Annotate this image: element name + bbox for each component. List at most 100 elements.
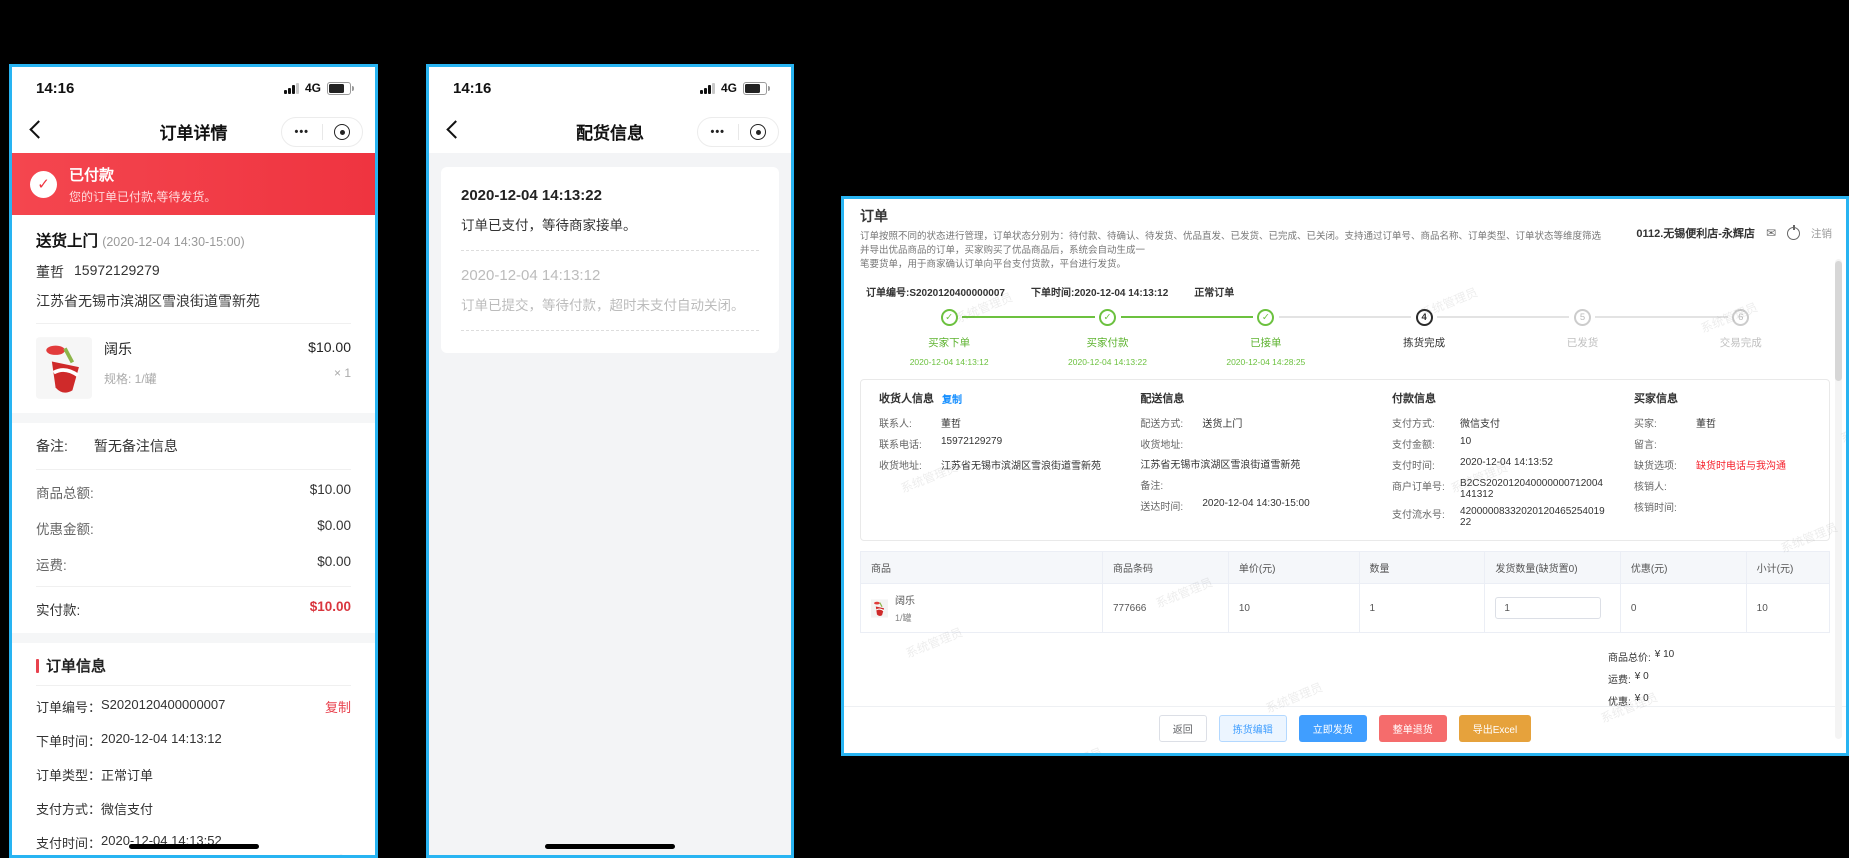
miniprogram-capsule: ••• [281, 117, 363, 147]
amount-row: 商品总额: $10.00 [36, 482, 351, 501]
more-icon: ••• [294, 126, 310, 138]
log-time: 2020-12-04 14:13:12 [461, 267, 601, 284]
ship-now-button[interactable]: 立即发货 [1298, 715, 1367, 742]
order-number: S2020120400000007 [101, 696, 226, 712]
log-entry: 2020-12-04 14:13:22 订单已支付，等待商家接单。 [461, 187, 759, 234]
status-bar: 14:16 4G [12, 67, 375, 109]
product-price: $10.00 [308, 339, 351, 355]
amount-row-paid: 实付款: $10.00 [36, 599, 351, 618]
item-name: 阔乐 [895, 596, 915, 607]
signal-icon [700, 82, 715, 94]
step-check-icon: ✓ [1098, 309, 1116, 326]
receiver-line: 董哲 15972129279 [36, 262, 351, 282]
item-quantity: 1 [1359, 584, 1486, 633]
clock: 14:16 [36, 79, 75, 97]
step-check-icon: ✓ [940, 309, 958, 326]
screen-canvas: 14:16 4G 订单详情 ••• ✓ 已付款 您的订单已付款,等待发货。 送货… [0, 0, 1849, 858]
status-title: 已付款 [69, 166, 115, 184]
network-label: 4G [720, 81, 737, 95]
exit-button[interactable] [323, 118, 363, 146]
item-discount: 0 [1620, 584, 1747, 633]
product-spec: 规格: 1/罐 [104, 372, 157, 386]
back-icon[interactable] [446, 120, 465, 139]
pick-edit-button[interactable]: 拣货编辑 [1218, 715, 1287, 742]
status-bar: 14:16 4G [429, 67, 791, 109]
admin-footer-actions: 返回 拣货编辑 立即发货 整单退货 导出Excel [844, 706, 1846, 753]
network-label: 4G [304, 81, 321, 95]
product-row[interactable]: 阔乐 规格: 1/罐 $10.00 × 1 [36, 324, 351, 413]
payment-info-col: 付款信息 支付方式: 微信支付 支付金额: 10 支付时间: 2020-12-04 1… [1392, 393, 1605, 528]
admin-description: 订单按照不同的状态进行管理，订单状态分别为：待付款、待确认、待发货、优品直发、已… [860, 231, 1602, 270]
copy-button[interactable]: 复制 [325, 697, 351, 716]
logout-link[interactable]: 注销 [1811, 226, 1832, 241]
receiver-phone: 15972129279 [74, 262, 160, 278]
order-info-row: 订单类型： 正常订单 [36, 767, 154, 783]
buyer-info-col: 买家信息 买家: 董哲 留言: 缺货选项: 缺货时电话与我沟通 核销人: 核销时间: [1634, 393, 1787, 514]
order-info-row: 支付方式： 微信支付 [36, 801, 154, 817]
item-spec: 1/罐 [895, 613, 912, 623]
delivery-log-card: 2020-12-04 14:13:22 订单已支付，等待商家接单。 2020-1… [441, 167, 779, 353]
order-info-title: 订单信息 [12, 643, 375, 685]
export-excel-button[interactable]: 导出Excel [1458, 715, 1532, 742]
exit-target-icon [750, 124, 767, 140]
order-time: 下单时间:2020-12-04 14:13:12 [1030, 288, 1169, 299]
clock: 14:16 [453, 79, 492, 97]
nav-bar: 订单详情 ••• [12, 109, 375, 153]
check-circle-icon: ✓ [30, 170, 57, 198]
ship-quantity-input[interactable] [1495, 597, 1601, 619]
power-icon[interactable] [1787, 226, 1800, 240]
note-value: 暂无备注信息 [93, 438, 178, 454]
account-area: 0112.无锡便利店-永辉店 ✉ 注销 [1636, 225, 1832, 241]
exit-target-icon [334, 124, 351, 140]
battery-icon [327, 81, 354, 95]
headset-icon [339, 854, 343, 855]
home-indicator [128, 844, 259, 849]
log-time: 2020-12-04 14:13:22 [461, 187, 602, 204]
delivery-log-phone: 14:16 4G 配货信息 ••• 2020-12-04 14:13:22 订单… [426, 64, 794, 858]
back-icon[interactable] [29, 120, 48, 139]
order-number: 订单编号:S2020120400000007 [866, 288, 1005, 299]
amount-row: 优惠金额: $0.00 [36, 518, 351, 537]
table-row: 阔乐 1/罐 777666 10 1 0 10 [861, 584, 1829, 633]
order-meta: 订单编号:S2020120400000007 下单时间:2020-12-04 1… [844, 276, 1846, 299]
miniprogram-capsule: ••• [697, 117, 779, 147]
status-subtitle: 您的订单已付款,等待发货。 [69, 189, 217, 204]
product-quantity: × 1 [333, 366, 351, 380]
order-info-card: 收货人信息 复制 联系人: 董哲 联系电话: 15972129279 收货地址: 江苏… [860, 379, 1830, 541]
order-info-row: 下单时间： 2020-12-04 14:13:12 [36, 730, 222, 749]
item-barcode: 777666 [1103, 584, 1229, 633]
step-check-icon: ✓ [1257, 309, 1275, 326]
exit-button[interactable] [739, 118, 779, 146]
page-title: 配货信息 [576, 123, 644, 143]
order-items-table: 商品 商品条码 单价(元) 数量 发货数量(缺货置0) 优惠(元) 小计(元) … [860, 551, 1830, 633]
log-text: 订单已提交，等待付款，超时未支付自动关闭。 [461, 298, 745, 313]
log-text: 订单已支付，等待商家接单。 [461, 218, 637, 233]
scrollbar-thumb[interactable] [1835, 261, 1842, 381]
home-indicator [545, 844, 675, 849]
battery-icon [743, 81, 770, 95]
stockout-option-value: 缺货时电话与我沟通 [1696, 461, 1787, 472]
store-name: 0112.无锡便利店-永辉店 [1636, 228, 1755, 240]
delivery-window: (2020-12-04 14:30-15:00) [102, 235, 245, 249]
refund-order-button[interactable]: 整单退货 [1378, 715, 1447, 742]
note-row: 备注: 暂无备注信息 [12, 423, 375, 469]
table-header-row: 商品 商品条码 单价(元) 数量 发货数量(缺货置0) 优惠(元) 小计(元) [861, 552, 1829, 584]
order-type: 正常订单 [1194, 288, 1235, 299]
more-icon: ••• [710, 126, 726, 138]
more-button[interactable]: ••• [282, 118, 322, 146]
order-detail-phone: 14:16 4G 订单详情 ••• ✓ 已付款 您的订单已付款,等待发货。 送货… [9, 64, 378, 858]
item-subtotal: 10 [1746, 584, 1829, 633]
delivery-method: 送货上门 (2020-12-04 14:30-15:00) [36, 233, 245, 250]
signal-icon [284, 82, 299, 94]
receiver-info-col: 收货人信息 复制 联系人: 董哲 联系电话: 15972129279 收货地址: 江苏… [861, 390, 1122, 528]
note-label: 备注: [36, 438, 68, 454]
scrollbar-track[interactable] [1835, 259, 1842, 739]
product-image [36, 337, 92, 399]
amount-row: 运费: $0.00 [36, 554, 351, 573]
back-button[interactable]: 返回 [1158, 715, 1207, 742]
mail-icon[interactable]: ✉ [1766, 226, 1776, 240]
more-button[interactable]: ••• [698, 118, 738, 146]
copy-button[interactable]: 复制 [942, 391, 962, 406]
admin-order-panel: 系统管理员 系统管理员 系统管理员 系统管理员 系统管理员 系统管理员 系统管理员 系统管理员… [841, 196, 1849, 756]
admin-header: 订单 订单按照不同的状态进行管理，订单状态分别为：待付款、待确认、待发货、优品直… [844, 199, 1846, 276]
